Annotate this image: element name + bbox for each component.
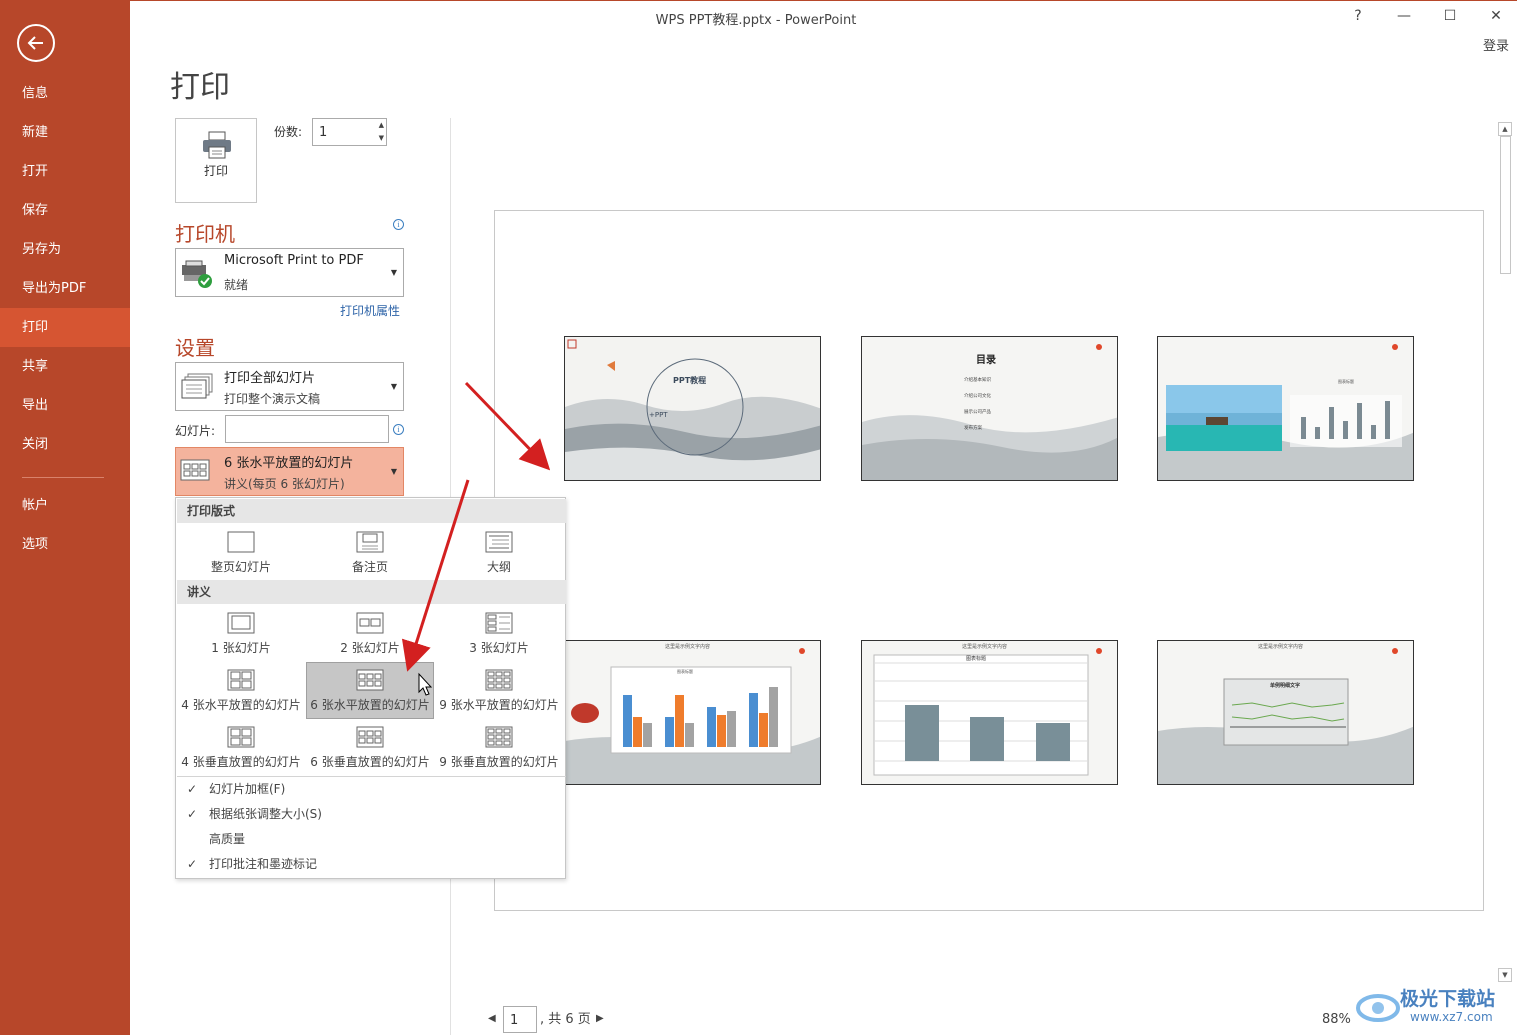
next-page-icon[interactable]: ▶ xyxy=(596,1013,604,1024)
watermark-text: 极光下载站 xyxy=(1400,988,1496,1010)
watermark: 极光下载站 www.xz7.com xyxy=(1352,982,1512,1032)
scroll-up-icon[interactable]: ▲ xyxy=(1498,122,1512,136)
page-total: , 共 6 页 xyxy=(540,1012,591,1027)
powerpoint-print-backstage: 信息 新建 打开 保存 另存为 导出为PDF 打印 共享 导出 关闭 帐户 选项… xyxy=(0,0,1517,1035)
zoom-level: 88% xyxy=(1322,1012,1351,1027)
watermark-url: www.xz7.com xyxy=(1410,1010,1493,1024)
annotation-arrow xyxy=(401,479,470,672)
annotation-arrow xyxy=(464,381,551,471)
scroll-down-icon[interactable]: ▼ xyxy=(1498,968,1512,982)
mouse-cursor-icon xyxy=(418,672,433,696)
annotation-overlay xyxy=(401,381,551,696)
watermark-logo xyxy=(1356,994,1400,1022)
scrollbar-thumb[interactable] xyxy=(1500,136,1511,274)
prev-page-icon[interactable]: ◀ xyxy=(488,1013,496,1024)
page-number: 1 xyxy=(510,1013,519,1028)
page-number-input[interactable]: 1 xyxy=(503,1006,537,1033)
